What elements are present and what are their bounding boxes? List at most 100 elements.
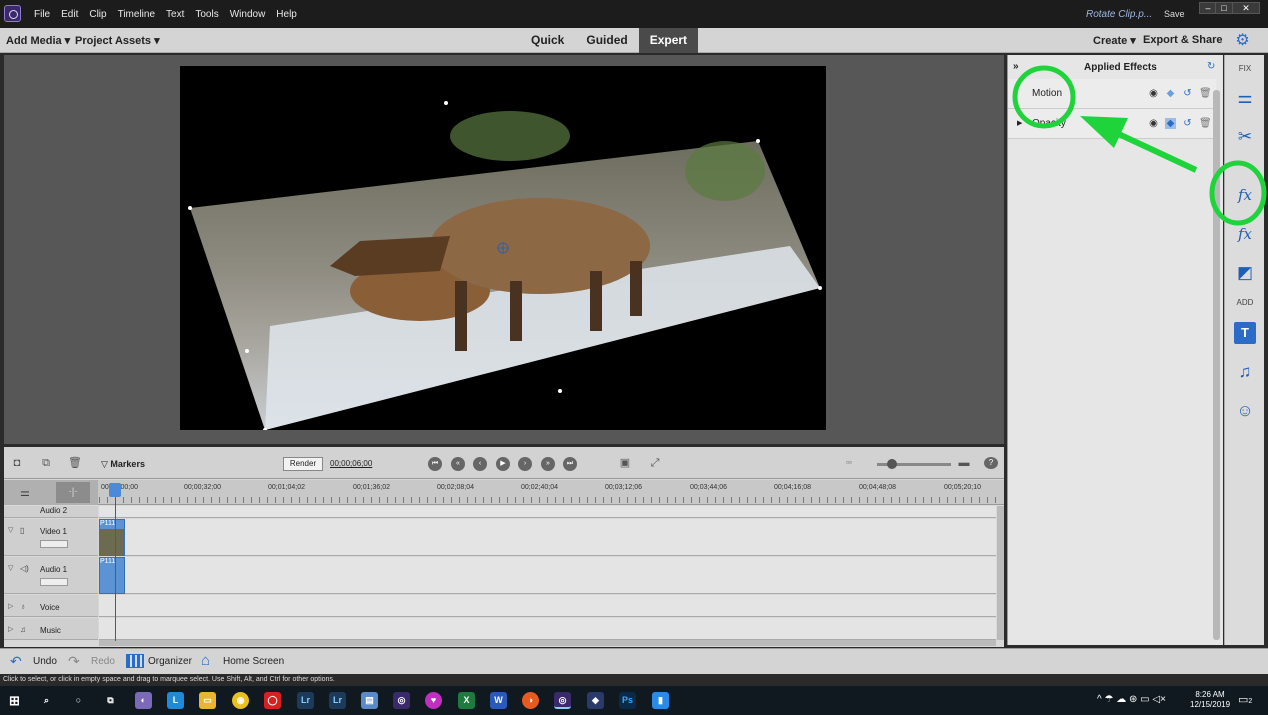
menu-help[interactable]: Help xyxy=(276,9,297,20)
track-header-voice[interactable]: ▷ ♁ Voice xyxy=(4,595,98,617)
menu-edit[interactable]: Edit xyxy=(61,9,78,20)
play-icon[interactable]: ▶ xyxy=(496,457,510,471)
track-video-1[interactable] xyxy=(99,519,996,556)
timeline-horizontal-scrollbar[interactable] xyxy=(99,640,996,646)
organizer-icon[interactable] xyxy=(126,654,144,668)
effects-icon[interactable]: fx xyxy=(1234,223,1256,245)
transform-handle[interactable] xyxy=(558,389,562,393)
graphics-icon[interactable]: ☺ xyxy=(1234,400,1256,422)
delete-icon[interactable]: 🗑 xyxy=(68,457,82,469)
create-button[interactable]: Create ▾ xyxy=(1093,34,1136,47)
maps-icon[interactable]: ♥ xyxy=(425,692,442,709)
undo-icon[interactable]: ↶ xyxy=(10,653,22,670)
app-icon[interactable]: ◐ xyxy=(135,692,152,709)
app-icon[interactable]: ◑ xyxy=(522,692,539,709)
menu-clip[interactable]: Clip xyxy=(89,9,106,20)
cortana-icon[interactable]: ○ xyxy=(70,692,87,709)
app-icon[interactable]: ▮ xyxy=(652,692,669,709)
step-back-icon[interactable]: ‹ xyxy=(473,457,487,471)
expand-track-icon[interactable]: ▷ xyxy=(8,625,13,633)
premiere-elements-active-icon[interactable]: ◎ xyxy=(554,692,571,709)
track-header-audio-2[interactable]: Audio 2 xyxy=(4,506,98,518)
transform-handle[interactable] xyxy=(444,101,448,105)
timeline-vertical-scrollbar[interactable] xyxy=(997,506,1004,640)
lightroom-icon[interactable]: Lr xyxy=(297,692,314,709)
adjustments-icon[interactable]: ⚌ xyxy=(1234,87,1256,109)
monitor-icon[interactable]: ▣ xyxy=(618,457,632,469)
redo-icon[interactable]: ↷ xyxy=(68,653,80,670)
settings-gear-icon[interactable]: ⚙ xyxy=(1234,32,1251,49)
effect-row-opacity[interactable]: ▶ Opacity ◉ ◆ ↺ 🗑 xyxy=(1008,109,1216,139)
add-media-button[interactable]: Add Media ▾ xyxy=(6,34,70,47)
save-button[interactable]: Save xyxy=(1164,9,1185,19)
panel-menu-icon[interactable]: ↻ xyxy=(1207,61,1215,72)
collapse-panel-icon[interactable]: » xyxy=(1013,61,1019,72)
menu-tools[interactable]: Tools xyxy=(195,9,218,20)
tab-guided[interactable]: Guided xyxy=(575,28,638,53)
notifications-icon[interactable]: ▭2 xyxy=(1238,693,1252,706)
export-share-button[interactable]: Export & Share xyxy=(1143,34,1222,46)
excel-icon[interactable]: X xyxy=(458,692,475,709)
go-to-end-icon[interactable]: ⏭ xyxy=(563,457,577,471)
expand-track-icon[interactable]: ▽ xyxy=(8,564,13,572)
zoom-slider-knob[interactable] xyxy=(887,459,897,469)
transform-handle[interactable] xyxy=(188,206,192,210)
transform-handle[interactable] xyxy=(818,286,822,290)
zoom-out-icon[interactable]: ▫▫ xyxy=(842,457,856,469)
panel-scrollbar[interactable] xyxy=(1213,90,1220,640)
titles-icon[interactable]: T xyxy=(1234,322,1256,344)
track-header-music[interactable]: ▷ ♫ Music xyxy=(4,618,98,640)
lightroom-classic-icon[interactable]: Lr xyxy=(329,692,346,709)
redo-button[interactable]: Redo xyxy=(91,656,115,667)
undo-button[interactable]: Undo xyxy=(33,656,57,667)
detach-icon[interactable]: ⧉ xyxy=(39,457,53,469)
rotated-video-frame[interactable] xyxy=(180,66,826,430)
project-assets-button[interactable]: Project Assets ▾ xyxy=(75,34,160,47)
transitions-icon[interactable]: ◩ xyxy=(1234,262,1256,284)
video-clip[interactable]: P111 xyxy=(99,519,125,556)
zoom-in-icon[interactable]: ▬ xyxy=(957,457,971,469)
tab-expert[interactable]: Expert xyxy=(638,28,699,53)
next-edit-icon[interactable]: » xyxy=(541,457,555,471)
track-settings-icon[interactable]: ⚌ xyxy=(20,486,30,499)
close-button[interactable]: ✕ xyxy=(1232,2,1260,14)
menu-timeline[interactable]: Timeline xyxy=(118,9,155,20)
markers-menu[interactable]: ▽ Markers xyxy=(101,459,145,470)
app-icon[interactable]: ▤ xyxy=(361,692,378,709)
camera-icon[interactable]: ◘ xyxy=(10,457,24,469)
transform-handle[interactable] xyxy=(245,349,249,353)
tools-icon[interactable]: ✂ xyxy=(1234,126,1256,148)
track-header-video-1[interactable]: ▽ ▯ Video 1 xyxy=(4,519,98,556)
monitor-panel[interactable] xyxy=(4,55,1004,444)
preview-canvas[interactable] xyxy=(180,66,826,430)
expand-track-icon[interactable]: ▽ xyxy=(8,526,13,534)
clock[interactable]: 8:26 AM 12/15/2019 xyxy=(1190,690,1230,710)
maximize-button[interactable]: □ xyxy=(1215,2,1233,14)
previous-edit-icon[interactable]: « xyxy=(451,457,465,471)
eye-icon[interactable]: ◉ xyxy=(1148,118,1159,129)
menu-text[interactable]: Text xyxy=(166,9,184,20)
time-ruler[interactable]: ⚌ ⋅|⋅ 00;00;00;00 00;00;32;00 00;01;04;0… xyxy=(4,480,1004,505)
menu-window[interactable]: Window xyxy=(230,9,266,20)
task-view-icon[interactable]: ⧉ xyxy=(102,692,119,709)
step-forward-icon[interactable]: › xyxy=(518,457,532,471)
render-button[interactable]: Render xyxy=(283,457,323,471)
home-icon[interactable]: ⌂ xyxy=(201,652,210,669)
home-screen-button[interactable]: Home Screen xyxy=(223,656,284,667)
chrome-icon[interactable]: ◉ xyxy=(232,692,249,709)
app-icon[interactable]: ◯ xyxy=(264,692,281,709)
tab-quick[interactable]: Quick xyxy=(520,28,575,53)
expand-track-icon[interactable]: ▷ xyxy=(8,602,13,610)
go-to-start-icon[interactable]: ⏮ xyxy=(428,457,442,471)
effect-row-motion[interactable]: Motion ◉ ◆ ↺ 🗑 xyxy=(1008,79,1216,109)
keyframe-icon[interactable]: ◆ xyxy=(1165,88,1176,99)
menu-file[interactable]: File xyxy=(34,9,50,20)
track-header-audio-1[interactable]: ▽ ◁) Audio 1 xyxy=(4,557,98,594)
premiere-elements-icon[interactable]: ◎ xyxy=(393,692,410,709)
photoshop-icon[interactable]: Ps xyxy=(619,692,636,709)
organizer-button[interactable]: Organizer xyxy=(148,656,192,667)
applied-effects-icon[interactable]: fx xyxy=(1234,184,1256,206)
word-icon[interactable]: W xyxy=(490,692,507,709)
keyframe-nav[interactable] xyxy=(40,540,68,548)
music-icon[interactable]: ♫ xyxy=(1234,361,1256,383)
